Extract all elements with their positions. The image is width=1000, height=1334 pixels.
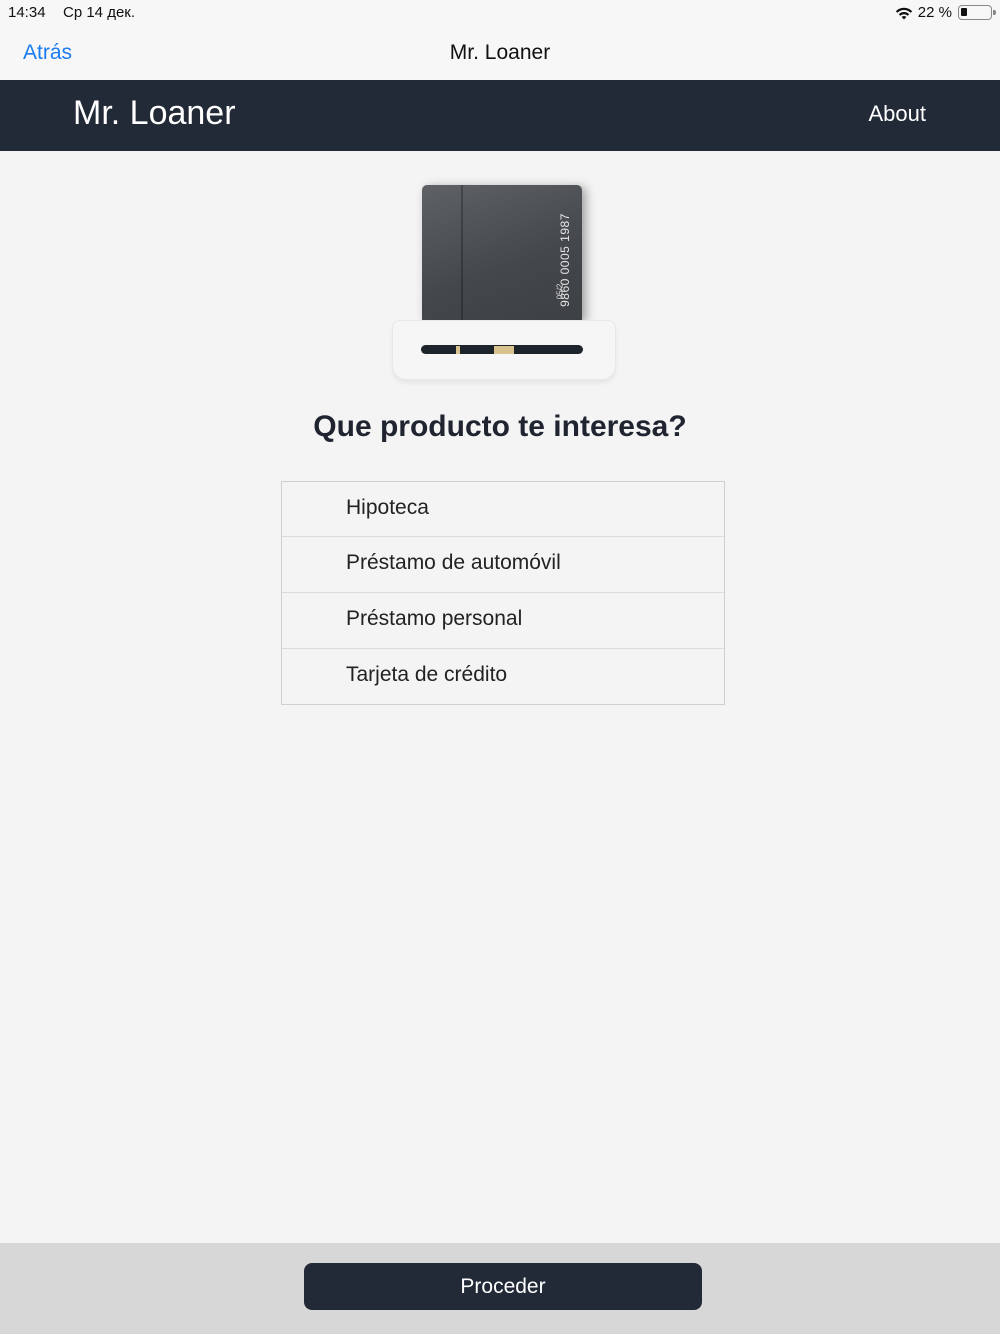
status-time: 14:34 — [8, 4, 46, 21]
wifi-icon — [895, 7, 912, 19]
card-reader — [392, 320, 616, 380]
status-right: 22 % — [894, 4, 996, 21]
option-prestamo-automovil[interactable]: Préstamo de automóvil — [281, 537, 725, 594]
battery-level — [961, 8, 967, 16]
status-date: Ср 14 дек. — [63, 4, 136, 21]
option-label: Préstamo de automóvil — [346, 551, 561, 574]
footer-bar: Proceder — [0, 1243, 1000, 1334]
battery-icon — [958, 5, 996, 20]
product-options-list: Hipoteca Préstamo de automóvil Préstamo … — [281, 481, 725, 705]
main-content: 9860 0005 1987 05/2 Que producto te inte… — [0, 151, 1000, 1243]
nav-title: Mr. Loaner — [449, 41, 551, 64]
card-slot — [421, 345, 583, 354]
chip-mark — [456, 346, 460, 354]
card-wrap: 9860 0005 1987 05/2 — [422, 185, 582, 321]
brand-logo[interactable]: Mr. Loaner — [73, 94, 236, 133]
status-bar: 14:34 Ср 14 дек. 22 % — [0, 0, 1000, 28]
option-label: Préstamo personal — [346, 607, 523, 630]
about-link[interactable]: About — [869, 101, 927, 127]
option-prestamo-personal[interactable]: Préstamo personal — [281, 593, 725, 650]
card-number: 9860 0005 1987 — [558, 213, 572, 307]
page-title: Que producto te interesa? — [313, 410, 687, 443]
credit-card-illustration: 9860 0005 1987 05/2 — [392, 185, 616, 381]
credit-card-image: 9860 0005 1987 05/2 — [422, 185, 582, 321]
battery-percent: 22 % — [917, 4, 952, 21]
navigation-bar: Atrás Mr. Loaner — [0, 28, 1000, 80]
app-header: Mr. Loaner About — [0, 80, 1000, 151]
option-hipoteca[interactable]: Hipoteca — [281, 481, 725, 538]
card-expiry: 05/2 — [555, 283, 565, 300]
chip-mark — [494, 346, 514, 354]
option-tarjeta-credito[interactable]: Tarjeta de crédito — [281, 649, 725, 705]
card-fold — [461, 185, 463, 321]
option-label: Hipoteca — [346, 496, 429, 519]
proceed-button[interactable]: Proceder — [304, 1263, 702, 1310]
option-label: Tarjeta de crédito — [346, 663, 508, 686]
